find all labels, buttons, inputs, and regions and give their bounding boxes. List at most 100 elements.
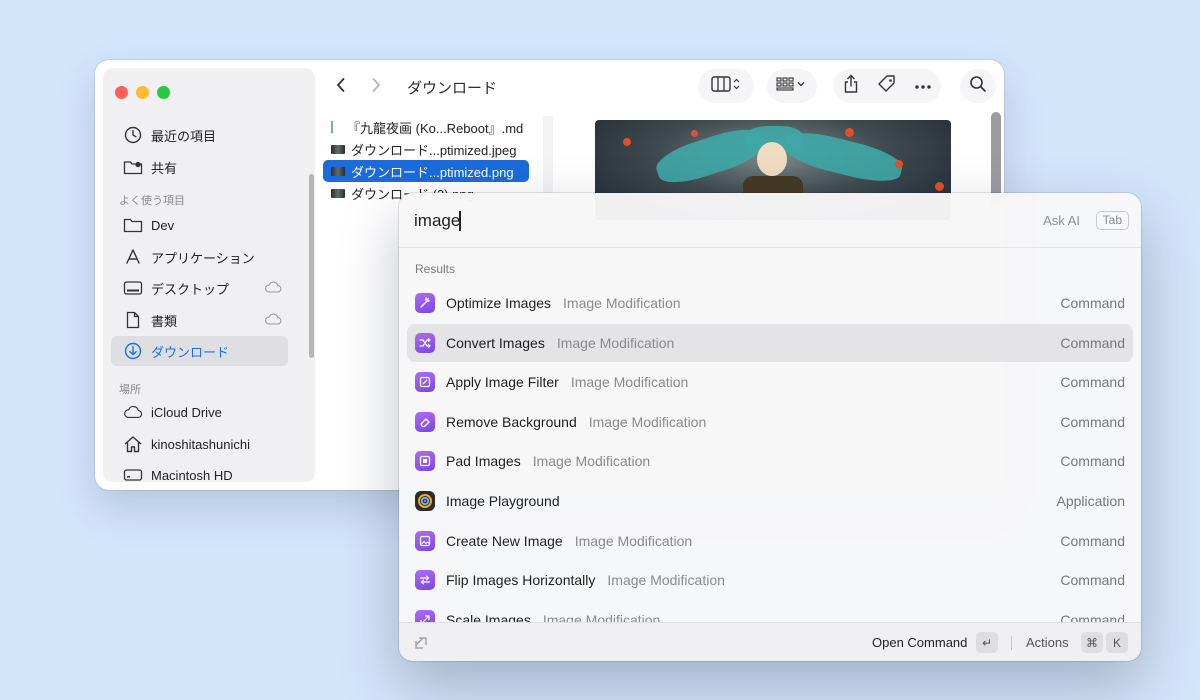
sidebar-item-dev[interactable]: Dev [111,210,288,240]
cloud-icon [123,402,143,422]
cloud-icon [264,281,282,296]
close-window-button[interactable] [115,86,128,99]
result-kind: Command [1060,532,1125,549]
sidebar-item-downloads[interactable]: ダウンロード [111,336,288,366]
folder-icon [123,215,143,235]
sidebar-item-shared[interactable]: 共有 [111,152,288,182]
back-button[interactable] [328,74,354,100]
result-kind: Command [1060,453,1125,470]
file-item[interactable]: 『九龍夜画 (Ko...Reboot』.md [323,116,543,138]
result-kind: Command [1060,295,1125,311]
tag-button[interactable] [870,69,904,103]
cloud-icon [264,313,282,328]
results-list: Optimize Images Image Modification Comma… [399,284,1141,624]
result-kind: Command [1060,374,1125,391]
primary-action-label[interactable]: Open Command [872,635,967,650]
clock-icon [123,125,143,145]
sidebar-item-label: 書類 [151,313,178,329]
result-subtitle: Image Modification [570,374,689,391]
sidebar-scrollbar[interactable] [309,174,314,358]
cmd-key-hint: ⌘ [1081,632,1103,653]
result-row-apply-image-filter[interactable]: Apply Image Filter Image Modification Co… [407,363,1133,401]
minimize-window-button[interactable] [136,86,149,99]
footer-divider [1011,636,1012,650]
result-subtitle: Image Modification [588,413,707,430]
result-kind: Command [1060,572,1125,589]
action-bar: Open Command ↵ Actions ⌘ K [399,622,1141,661]
search-bar: Ask AI Tab [399,193,1141,248]
result-subtitle: Image Modification [607,572,725,589]
pad-icon [415,451,435,472]
sidebar-item-desktop[interactable]: デスクトップ [111,273,288,303]
result-subtitle: Image Modification [574,532,693,549]
chevron-right-icon [370,77,382,98]
file-item-selected[interactable]: ダウンロード...ptimized.png [323,160,529,182]
sidebar-item-label: Dev [151,217,175,233]
desktop-icon [123,278,143,298]
chevron-left-icon [335,77,347,98]
result-title: Create New Image [446,532,563,549]
document-icon [123,310,143,330]
result-title: Convert Images [446,334,545,351]
download-icon [123,341,143,361]
sidebar-item-home[interactable]: kinoshitashunichi [111,429,288,459]
result-row-scale-images[interactable]: Scale Images Image Modification Command [407,601,1133,624]
home-icon [123,434,143,454]
file-name: ダウンロード...ptimized.png [351,164,514,180]
sidebar-item-label: アプリケーション [151,250,255,266]
wand-icon [415,293,435,313]
search-input[interactable] [414,209,974,233]
columns-view-icon [711,75,741,98]
flip-icon [415,570,435,591]
tab-key-hint: Tab [1095,211,1129,230]
search-button[interactable] [960,69,996,103]
window-title: ダウンロード [407,80,498,97]
filter-icon [415,372,435,393]
file-name: 『九龍夜画 (Ko...Reboot』.md [347,120,524,136]
group-by-button[interactable] [767,69,817,103]
image-thumbnail-icon [331,144,345,154]
eraser-icon [415,411,435,432]
file-name: ダウンロード...ptimized.jpeg [351,142,517,158]
new-image-icon [415,530,435,551]
result-kind: Command [1060,334,1125,351]
file-item[interactable]: ダウンロード...ptimized.jpeg [323,138,543,160]
result-kind: Application [1056,493,1126,509]
raycast-panel: Ask AI Tab Results Optimize Images Image… [399,193,1141,661]
result-row-create-new-image[interactable]: Create New Image Image Modification Comm… [407,522,1133,560]
sidebar-item-label: kinoshitashunichi [151,436,251,452]
result-row-convert-images[interactable]: Convert Images Image Modification Comman… [407,323,1133,362]
zoom-window-button[interactable] [157,86,170,99]
result-row-image-playground[interactable]: Image Playground Application [407,482,1133,520]
search-icon [969,75,987,98]
results-header: Results [415,262,456,276]
result-title: Flip Images Horizontally [446,572,596,589]
share-button[interactable] [834,69,868,103]
sidebar-item-macintosh-hd[interactable]: Macintosh HD [111,460,288,490]
result-row-optimize-images[interactable]: Optimize Images Image Modification Comma… [407,284,1133,322]
sidebar-item-label: デスクトップ [151,281,230,297]
result-row-pad-images[interactable]: Pad Images Image Modification Command [407,442,1133,480]
actions-button[interactable]: Actions [1026,635,1069,650]
result-title: Optimize Images [446,295,552,311]
sidebar-item-icloud[interactable]: iCloud Drive [111,397,288,427]
applications-icon [123,247,143,267]
sidebar-item-recents[interactable]: 最近の項目 [111,120,288,150]
result-kind: Command [1060,413,1125,430]
image-thumbnail-icon [331,166,345,176]
result-row-remove-background[interactable]: Remove Background Image Modification Com… [407,403,1133,441]
result-row-flip-images-horizontally[interactable]: Flip Images Horizontally Image Modificat… [407,561,1133,599]
locations-header: 場所 [119,384,141,396]
sidebar-item-applications[interactable]: アプリケーション [111,242,288,272]
result-title: Remove Background [446,413,577,430]
share-tag-more-group [833,69,941,103]
ask-ai-hint[interactable]: Ask AI [1043,213,1080,228]
sidebar-item-documents[interactable]: 書類 [111,305,288,335]
result-title: Apply Image Filter [446,374,559,391]
forward-button[interactable] [363,74,389,100]
file-list: 『九龍夜画 (Ko...Reboot』.md ダウンロード...ptimized… [323,116,543,204]
result-title: Pad Images [446,453,521,470]
image-thumbnail-icon [331,188,345,198]
view-mode-button[interactable] [698,69,754,103]
more-button[interactable] [906,69,940,103]
